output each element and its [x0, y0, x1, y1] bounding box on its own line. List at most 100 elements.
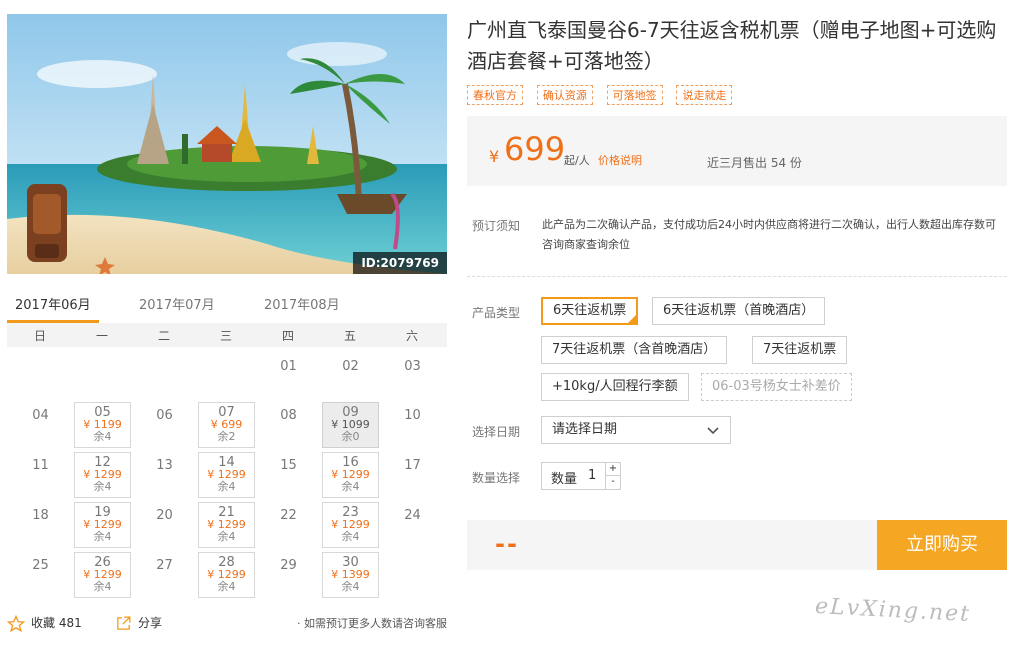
date-select[interactable]: 请选择日期: [541, 416, 731, 444]
calendar-day: 01: [260, 353, 317, 399]
tag-go-now: 说走就走: [676, 85, 733, 105]
day-remaining: 余2: [217, 430, 236, 443]
option-6day-flight[interactable]: 6天往返机票: [541, 297, 639, 325]
day-remaining: 余4: [341, 530, 360, 543]
calendar-day: 29: [260, 552, 317, 598]
weekday-label: 二: [157, 329, 170, 343]
calendar-day-priced[interactable]: 05 ¥ 1199 余4: [74, 402, 131, 448]
calendar-day: 22: [260, 502, 317, 548]
day-number: 24: [404, 508, 421, 523]
day-remaining: 余0: [341, 430, 360, 443]
day-number: 13: [156, 458, 173, 473]
tag-visa-on-arrival: 可落地签: [606, 85, 663, 105]
option-7day-flight-hotel[interactable]: 7天往返机票（含首晚酒店）: [541, 336, 728, 364]
day-number: 14: [218, 455, 235, 470]
option-6day-flight-hotel[interactable]: 6天往返机票（首晚酒店）: [652, 297, 826, 325]
favorite-label: 收藏: [31, 616, 56, 630]
weekday-label: 三: [219, 329, 232, 343]
price-amount: 699: [504, 130, 566, 168]
calendar-day-priced[interactable]: 19 ¥ 1299 余4: [74, 502, 131, 548]
weekday-label: 五: [343, 329, 356, 343]
quantity-decrease-button[interactable]: -: [605, 476, 620, 489]
quantity-inner-label: 数量: [551, 472, 578, 487]
calendar-day-priced[interactable]: 12 ¥ 1299 余4: [74, 452, 131, 498]
day-remaining: 余4: [217, 480, 236, 493]
buy-now-button[interactable]: 立即购买: [877, 520, 1007, 570]
quantity-increase-button[interactable]: +: [605, 463, 620, 476]
calendar-day: 10: [384, 402, 441, 448]
calendar-day-priced[interactable]: 26 ¥ 1299 余4: [74, 552, 131, 598]
price-calendar: 日 一 二 三 四 五 六 01 02 03 04 05 ¥ 1199 余4 06 07 ¥ 69…: [7, 323, 447, 603]
day-number: 20: [156, 508, 173, 523]
day-number: 29: [280, 558, 297, 573]
calendar-day-priced: 09 ¥ 1099 余0: [322, 402, 379, 448]
day-number: 17: [404, 458, 421, 473]
day-number: 06: [156, 408, 173, 423]
calendar-day-priced[interactable]: 16 ¥ 1299 余4: [322, 452, 379, 498]
tab-month-august[interactable]: 2017年08月: [264, 294, 340, 313]
quantity-stepper: 数量 1 + -: [541, 462, 621, 490]
calendar-day: 06: [136, 402, 193, 448]
calendar-day: 15: [260, 452, 317, 498]
tab-month-june[interactable]: 2017年06月: [7, 294, 99, 323]
month-tabs: 2017年06月 2017年07月 2017年08月: [7, 288, 447, 324]
sales-count: 近三月售出 54 份: [707, 156, 802, 170]
day-number: 08: [280, 408, 297, 423]
day-number: 03: [404, 359, 421, 374]
day-number: 19: [94, 505, 111, 520]
date-select-value: 请选择日期: [552, 422, 618, 437]
product-hero-image: ID:2079769: [7, 14, 447, 274]
day-number: 18: [32, 508, 49, 523]
day-number: 05: [94, 405, 111, 420]
tab-month-july[interactable]: 2017年07月: [139, 294, 215, 313]
option-7day-flight[interactable]: 7天往返机票: [752, 336, 848, 364]
day-number: 25: [32, 558, 49, 573]
consult-tip: · 如需预订更多人数请咨询客服: [297, 617, 447, 630]
total-price: --: [495, 530, 519, 558]
purchase-bar: -- 立即购买: [467, 520, 1007, 570]
day-remaining: 余4: [93, 430, 112, 443]
calendar-day: 20: [136, 502, 193, 548]
calendar-day-priced[interactable]: 30 ¥ 1399 余4: [322, 552, 379, 598]
day-number: 09: [342, 405, 359, 420]
day-number: 21: [218, 505, 235, 520]
calendar-day: 13: [136, 452, 193, 498]
quantity-value[interactable]: 1: [588, 468, 596, 483]
calendar-day: 25: [12, 552, 69, 598]
day-number: 01: [280, 359, 297, 374]
day-remaining: 余4: [217, 530, 236, 543]
day-remaining: 余4: [93, 480, 112, 493]
day-number: 04: [32, 408, 49, 423]
day-number: 22: [280, 508, 297, 523]
calendar-day: 08: [260, 402, 317, 448]
product-title: 广州直飞泰国曼谷6-7天往返含税机票（赠电子地图+可选购酒店套餐+可落地签）: [467, 18, 997, 73]
option-extra-baggage[interactable]: +10kg/人回程行李额: [541, 373, 689, 401]
star-icon: [7, 614, 25, 632]
day-number: 23: [342, 505, 359, 520]
calendar-day: 02: [322, 353, 379, 399]
calendar-day-priced[interactable]: 14 ¥ 1299 余4: [198, 452, 255, 498]
favorite-count: 481: [58, 616, 82, 630]
select-date-label: 选择日期: [472, 425, 521, 439]
day-number: 07: [218, 405, 235, 420]
calendar-day-priced[interactable]: 28 ¥ 1299 余4: [198, 552, 255, 598]
option-price-difference: 06-03号杨女士补差价: [701, 373, 852, 401]
favorite-button[interactable]: 收藏 481: [7, 614, 82, 633]
day-number: 12: [94, 455, 111, 470]
calendar-day-priced[interactable]: 23 ¥ 1299 余4: [322, 502, 379, 548]
thailand-beach-illustration: [7, 14, 447, 274]
day-remaining: 余4: [93, 580, 112, 593]
calendar-day-priced[interactable]: 21 ¥ 1299 余4: [198, 502, 255, 548]
day-number: 26: [94, 555, 111, 570]
share-button[interactable]: 分享: [115, 614, 162, 632]
calendar-day-priced[interactable]: 07 ¥ 699 余2: [198, 402, 255, 448]
calendar-day: 11: [12, 452, 69, 498]
calendar-day: 27: [136, 552, 193, 598]
site-watermark: eLvXing.net: [814, 593, 972, 628]
price-explanation-link[interactable]: 价格说明: [598, 152, 642, 168]
calendar-day: 18: [12, 502, 69, 548]
booking-notice-text: 此产品为二次确认产品，支付成功后24小时内供应商将进行二次确认，出行人数超出库存…: [542, 218, 996, 251]
product-tags: 春秋官方 确认资源 可落地签 说走就走: [467, 85, 742, 105]
day-remaining: 余4: [341, 580, 360, 593]
day-number: 10: [404, 408, 421, 423]
